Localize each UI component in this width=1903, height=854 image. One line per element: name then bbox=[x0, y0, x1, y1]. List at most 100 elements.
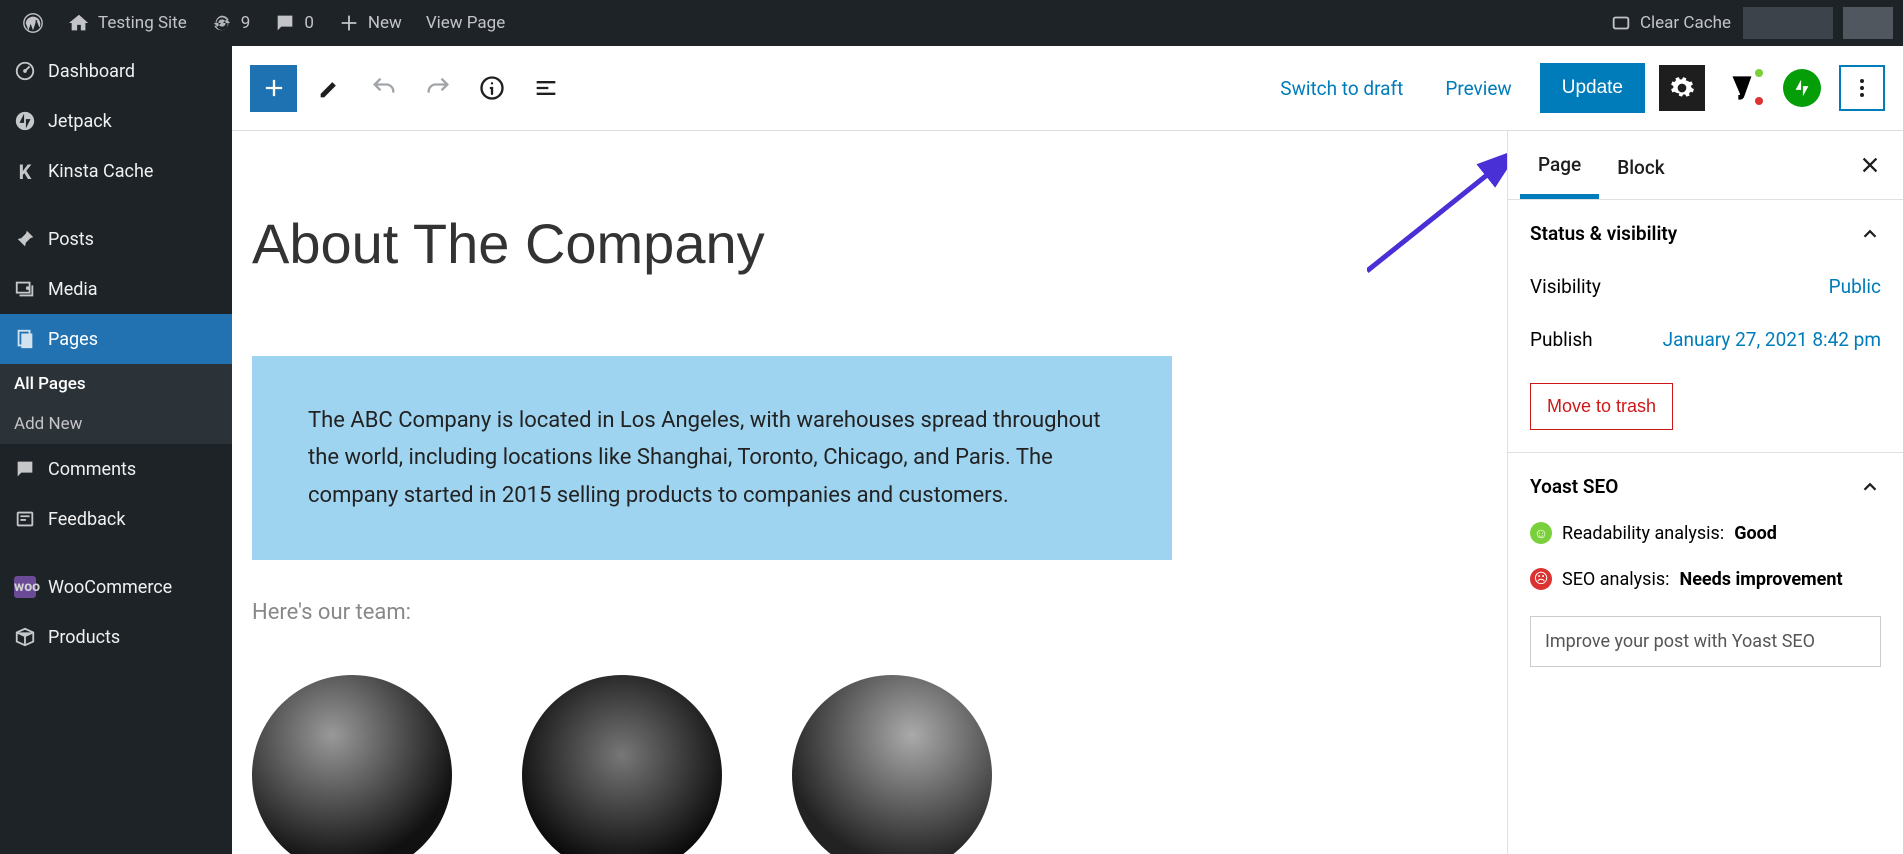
tab-page[interactable]: Page bbox=[1520, 131, 1599, 199]
avatar[interactable] bbox=[1843, 7, 1893, 39]
sidebar-label: Feedback bbox=[48, 509, 125, 530]
more-options-button[interactable] bbox=[1839, 65, 1885, 111]
jetpack-circle-icon bbox=[1783, 69, 1821, 107]
panel-tabs: Page Block bbox=[1508, 131, 1903, 200]
plus-icon bbox=[260, 74, 288, 102]
redo-button[interactable] bbox=[417, 67, 459, 109]
switch-draft-label: Switch to draft bbox=[1280, 77, 1403, 100]
smile-icon: ☺ bbox=[1530, 522, 1552, 544]
readability-row: ☺ Readability analysis: Good bbox=[1530, 498, 1881, 544]
woocommerce-icon: woo bbox=[14, 576, 36, 598]
preview-button[interactable]: Preview bbox=[1431, 67, 1525, 110]
seo-label: SEO analysis: bbox=[1562, 569, 1670, 590]
sidebar-label: Kinsta Cache bbox=[48, 161, 153, 182]
sidebar-item-dashboard[interactable]: Dashboard bbox=[0, 46, 232, 96]
team-image[interactable] bbox=[252, 675, 452, 854]
home-icon bbox=[68, 12, 90, 34]
edit-mode-button[interactable] bbox=[309, 67, 351, 109]
new-link[interactable]: New bbox=[326, 0, 414, 46]
sidebar-label: Comments bbox=[48, 459, 136, 480]
jetpack-icon bbox=[14, 110, 36, 132]
update-label: Update bbox=[1562, 77, 1623, 98]
improve-post-button[interactable]: Improve your post with Yoast SEO bbox=[1530, 616, 1881, 667]
pin-icon bbox=[14, 228, 36, 250]
view-page-link[interactable]: View Page bbox=[414, 0, 517, 46]
sidebar-subitem-all-pages[interactable]: All Pages bbox=[0, 364, 232, 404]
tab-block[interactable]: Block bbox=[1599, 134, 1682, 197]
move-to-trash-button[interactable]: Move to trash bbox=[1530, 383, 1673, 430]
publish-label: Publish bbox=[1530, 328, 1593, 351]
close-icon bbox=[1859, 154, 1881, 176]
sidebar-item-woocommerce[interactable]: woo WooCommerce bbox=[0, 562, 232, 612]
pencil-icon bbox=[316, 74, 344, 102]
canvas-inner: About The Company The ABC Company is loc… bbox=[252, 131, 1172, 854]
yoast-toggle[interactable]: Yoast SEO bbox=[1530, 475, 1881, 498]
comments-count: 0 bbox=[304, 13, 314, 33]
plus-icon bbox=[338, 12, 360, 34]
sidebar-label: Dashboard bbox=[48, 61, 135, 82]
team-heading[interactable]: Here's our team: bbox=[252, 600, 1172, 625]
wp-logo[interactable] bbox=[10, 0, 56, 46]
team-image[interactable] bbox=[522, 675, 722, 854]
sidebar-subitem-add-new[interactable]: Add New bbox=[0, 404, 232, 444]
section-title: Status & visibility bbox=[1530, 222, 1677, 245]
sidebar-item-posts[interactable]: Posts bbox=[0, 214, 232, 264]
page-title[interactable]: About The Company bbox=[252, 211, 1172, 276]
add-block-button[interactable] bbox=[250, 65, 297, 112]
gear-icon bbox=[1669, 75, 1695, 101]
sidebar-item-products[interactable]: Products bbox=[0, 612, 232, 662]
admin-sidebar: Dashboard Jetpack K Kinsta Cache Posts M… bbox=[0, 46, 232, 854]
editor-canvas[interactable]: About The Company The ABC Company is loc… bbox=[232, 131, 1507, 854]
paragraph-block[interactable]: The ABC Company is located in Los Angele… bbox=[252, 356, 1172, 560]
tab-label: Page bbox=[1538, 153, 1581, 176]
sidebar-item-kinsta[interactable]: K Kinsta Cache bbox=[0, 146, 232, 196]
sidebar-item-feedback[interactable]: Feedback bbox=[0, 494, 232, 544]
info-button[interactable] bbox=[471, 67, 513, 109]
jetpack-button[interactable] bbox=[1779, 65, 1825, 111]
kinsta-icon: K bbox=[14, 160, 36, 182]
comment-icon bbox=[274, 12, 296, 34]
improve-label: Improve your post with Yoast SEO bbox=[1545, 631, 1815, 652]
dashboard-icon bbox=[14, 60, 36, 82]
clear-cache-link[interactable]: Clear Cache bbox=[1598, 0, 1743, 46]
chevron-up-icon bbox=[1859, 223, 1881, 245]
sidebar-item-pages[interactable]: Pages bbox=[0, 314, 232, 364]
cache-icon bbox=[1610, 12, 1632, 34]
settings-button[interactable] bbox=[1659, 65, 1705, 111]
user-greeting[interactable] bbox=[1743, 7, 1833, 39]
sidebar-sublabel: All Pages bbox=[14, 374, 86, 394]
updates-link[interactable]: 9 bbox=[199, 0, 263, 46]
updates-count: 9 bbox=[241, 13, 251, 33]
site-name-link[interactable]: Testing Site bbox=[56, 0, 199, 46]
readability-label: Readability analysis: bbox=[1562, 523, 1724, 544]
chevron-up-icon bbox=[1859, 476, 1881, 498]
admin-bar-left: Testing Site 9 0 New View Page bbox=[10, 0, 517, 46]
publish-value[interactable]: January 27, 2021 8:42 pm bbox=[1663, 328, 1881, 351]
sidebar-item-comments[interactable]: Comments bbox=[0, 444, 232, 494]
outline-button[interactable] bbox=[525, 67, 567, 109]
visibility-value[interactable]: Public bbox=[1829, 275, 1881, 298]
editor-header: Switch to draft Preview Update bbox=[232, 46, 1903, 131]
feedback-icon bbox=[14, 508, 36, 530]
trash-label: Move to trash bbox=[1547, 396, 1656, 416]
settings-panel: Page Block Status & visibility bbox=[1507, 131, 1903, 854]
seo-value: Needs improvement bbox=[1680, 569, 1843, 590]
sidebar-item-jetpack[interactable]: Jetpack bbox=[0, 96, 232, 146]
undo-button[interactable] bbox=[363, 67, 405, 109]
team-image[interactable] bbox=[792, 675, 992, 854]
status-visibility-toggle[interactable]: Status & visibility bbox=[1530, 222, 1881, 245]
visibility-label: Visibility bbox=[1530, 275, 1601, 298]
sidebar-label: Jetpack bbox=[48, 111, 112, 132]
editor-body: About The Company The ABC Company is loc… bbox=[232, 131, 1903, 854]
paragraph-text: The ABC Company is located in Los Angele… bbox=[308, 408, 1101, 508]
close-panel-button[interactable] bbox=[1849, 154, 1891, 176]
sidebar-label: Products bbox=[48, 627, 120, 648]
sidebar-label: Media bbox=[48, 279, 98, 300]
switch-to-draft-button[interactable]: Switch to draft bbox=[1266, 67, 1417, 110]
seo-analysis-row: ☹ SEO analysis: Needs improvement bbox=[1530, 544, 1881, 590]
update-button[interactable]: Update bbox=[1540, 63, 1645, 113]
sidebar-item-media[interactable]: Media bbox=[0, 264, 232, 314]
comments-link[interactable]: 0 bbox=[262, 0, 326, 46]
wordpress-icon bbox=[22, 12, 44, 34]
yoast-button[interactable] bbox=[1719, 65, 1765, 111]
